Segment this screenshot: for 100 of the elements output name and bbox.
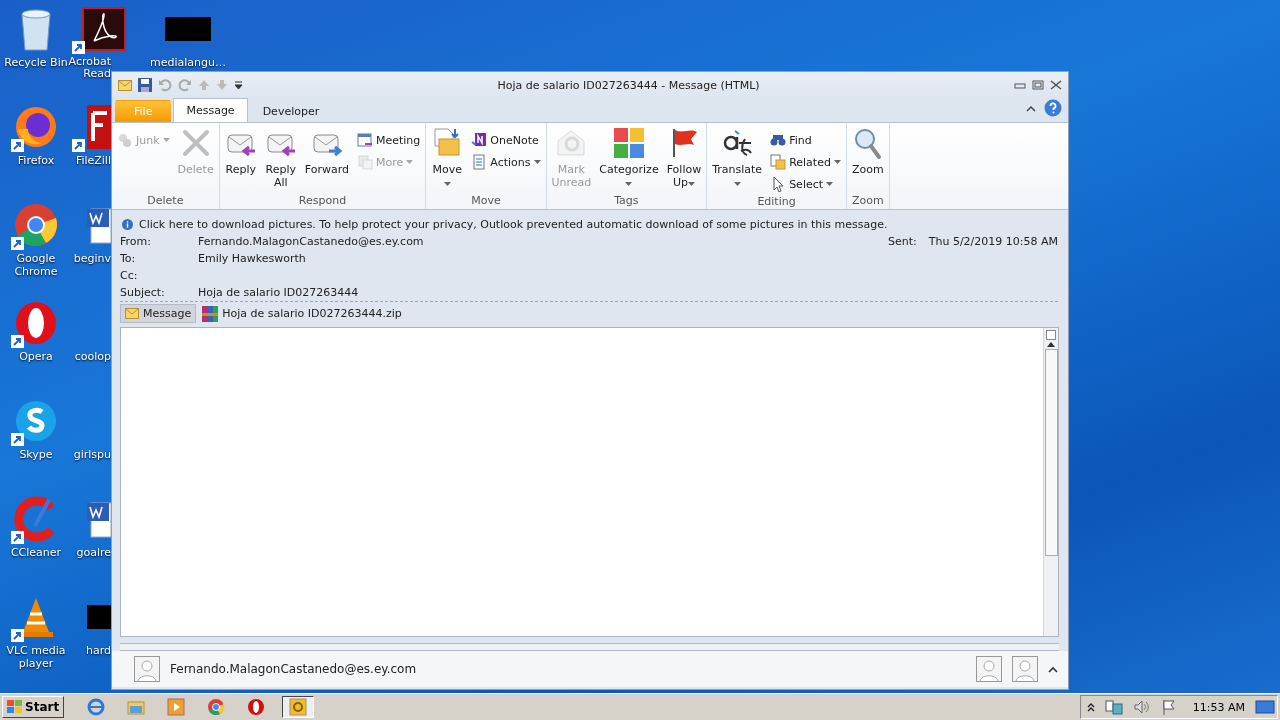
onenote-icon	[471, 132, 488, 148]
scrollbar[interactable]	[1043, 328, 1058, 636]
clock[interactable]: 11:53 AM	[1192, 700, 1245, 714]
person-icon	[134, 656, 160, 682]
thumbnail-icon	[165, 17, 211, 41]
group-label: Zoom	[851, 194, 885, 209]
field-value: Thu 5/2/2019 10:58 AM	[928, 235, 1058, 248]
field-label: Sent:	[887, 235, 917, 248]
opera-icon	[13, 300, 59, 346]
chevron-up-icon[interactable]	[1086, 702, 1095, 712]
info-icon	[122, 219, 133, 230]
desktop-icon-label[interactable]: Google Chrome	[0, 250, 72, 278]
ribbon-button[interactable]: Translate	[709, 125, 766, 191]
ribbon-button[interactable]: Follow Up	[663, 125, 705, 191]
redo-icon	[178, 78, 192, 92]
caret-icon	[826, 182, 834, 186]
shortcut-arrow-icon	[11, 335, 24, 348]
field-value: Emily Hawkesworth	[198, 252, 306, 265]
firefox-icon	[13, 104, 59, 150]
media-player-icon	[167, 698, 186, 716]
caret-icon	[625, 182, 633, 186]
chrome-icon	[13, 202, 59, 248]
taskbar-app[interactable]	[282, 696, 315, 718]
person-icon	[1012, 656, 1038, 682]
desktop-icon-label[interactable]: VLC media player	[0, 642, 72, 670]
attachment-item[interactable]: Hoja de salario ID027263444.zip	[198, 304, 406, 323]
folder-icon	[127, 698, 146, 716]
network-icon[interactable]	[1104, 699, 1123, 715]
ribbon-tab[interactable]: Developer	[249, 100, 333, 122]
ribbon-button[interactable]: OneNote	[468, 129, 544, 151]
ribbon-button[interactable]: Categorize	[596, 125, 662, 191]
shortcut-arrow-icon	[72, 41, 85, 54]
person-icon	[976, 656, 1002, 682]
ribbon-button[interactable]: Move	[428, 125, 467, 191]
desktop-icon-label[interactable]: Firefox	[17, 152, 55, 167]
minimize-icon	[1014, 80, 1026, 90]
group-label: Delete	[146, 194, 185, 209]
desktop-icon-label[interactable]: hard	[85, 642, 111, 657]
group-label: Editing	[756, 195, 797, 209]
ribbon-button[interactable]: Meeting	[353, 129, 424, 151]
ribbon-button[interactable]: Actions	[468, 151, 544, 173]
ribbon-button[interactable]: Forward	[301, 125, 352, 178]
start-button[interactable]: Start	[2, 696, 65, 718]
filezilla-icon	[87, 105, 111, 149]
desktop-icon-label[interactable]: girlspu	[73, 446, 111, 461]
documents-icon	[770, 154, 787, 170]
acrobat-icon	[82, 7, 126, 51]
ribbon-button[interactable]: Zoom	[848, 125, 887, 178]
flag-icon[interactable]	[1160, 699, 1177, 715]
desktop-icon-label[interactable]: Skype	[19, 446, 53, 461]
ribbon-button[interactable]: Find	[767, 129, 844, 151]
info-bar-message[interactable]: Click here to download pictures. To help protect your privacy, Outlook prevented automatic download of some pictures in this message.	[139, 218, 888, 231]
collapse-icon	[1026, 104, 1036, 112]
color-grid-icon	[613, 127, 645, 159]
desktop-icon-label[interactable]: FileZill	[75, 152, 111, 167]
browser-icon	[87, 698, 106, 716]
speaker-icon[interactable]	[1132, 699, 1151, 715]
shortcut-arrow-icon	[11, 433, 24, 446]
ribbon-button[interactable]: Select	[767, 173, 844, 195]
scroll-thumb[interactable]	[1044, 349, 1058, 556]
caret-icon	[406, 160, 414, 164]
desktop-icon-label[interactable]: goalre	[76, 544, 111, 559]
desktop-icon-label[interactable]: medialangu…	[150, 54, 226, 69]
down-arrow-icon	[216, 79, 228, 91]
binoculars-icon	[770, 132, 787, 148]
sender-name[interactable]: Fernando.MalagonCastanedo@es.ey.com	[170, 662, 417, 676]
caret-icon	[443, 182, 451, 186]
field-label: From:	[120, 235, 152, 248]
desktop-icon-label[interactable]: beginv	[73, 250, 111, 265]
shortcut-arrow-icon	[11, 139, 24, 152]
customize-icon	[234, 80, 243, 90]
attachment-item[interactable]: Message	[120, 304, 197, 323]
show-desktop-icon[interactable]	[1255, 699, 1275, 715]
group-label: Move	[470, 194, 502, 209]
ribbon-button[interactable]: Reply	[221, 125, 260, 178]
desktop-icon-label[interactable]: Opera	[19, 348, 53, 363]
pages-icon	[356, 154, 373, 170]
group-label: Tags	[613, 194, 640, 209]
field-label: Cc:	[120, 269, 139, 282]
translate-icon	[721, 127, 754, 159]
archive-icon	[202, 305, 219, 322]
maximize-icon	[1032, 80, 1044, 90]
chrome-icon	[207, 698, 226, 716]
desktop-icon-label[interactable]: Acrobat Read	[68, 54, 111, 80]
ribbon-button[interactable]: Reply All	[261, 125, 300, 191]
shortcut-arrow-icon	[11, 531, 24, 544]
expand-icon	[1048, 665, 1058, 673]
group-label: Respond	[297, 194, 348, 209]
shortcut-arrow-icon	[72, 139, 85, 152]
calendar-icon	[356, 132, 373, 148]
skype-icon	[13, 398, 59, 444]
desktop-icon-label[interactable]: coolop	[74, 348, 111, 363]
caret-icon	[833, 160, 841, 164]
ribbon-tab[interactable]: Message	[173, 98, 248, 122]
ribbon-button[interactable]: Related	[767, 151, 844, 173]
opera-icon	[247, 698, 266, 716]
desktop-icon-label[interactable]: CCleaner	[10, 544, 62, 559]
mail-app-icon	[289, 698, 308, 716]
scroll-up-icon[interactable]	[1047, 342, 1055, 347]
desktop-icon-label[interactable]: Recycle Bin	[4, 54, 68, 69]
